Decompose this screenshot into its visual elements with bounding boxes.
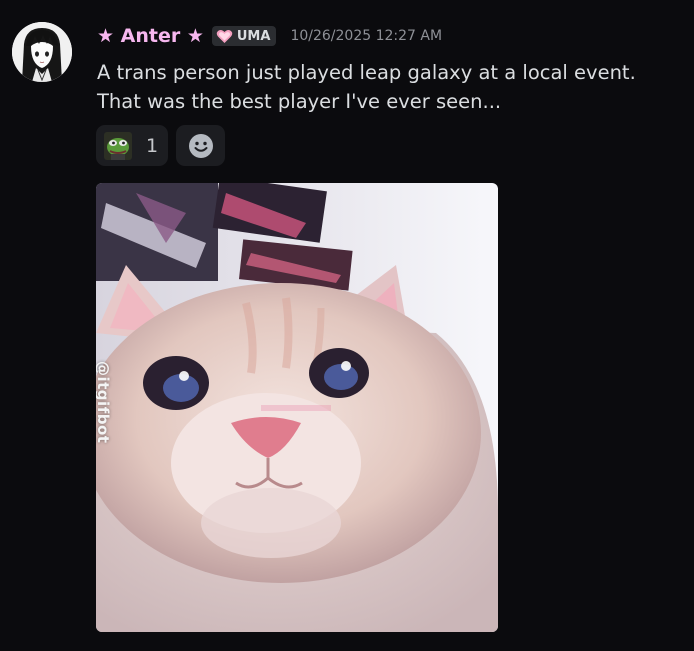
kitten-gif-image: [96, 183, 498, 632]
pink-heart-icon: [216, 29, 233, 44]
author-name[interactable]: ★ Anter ★: [97, 25, 204, 47]
message-header: ★ Anter ★ UMA 10/26/2025 12:27 AM: [97, 22, 442, 50]
anime-girl-avatar-icon: [12, 22, 72, 82]
message-line: A trans person just played leap galaxy a…: [97, 61, 636, 84]
server-tag[interactable]: UMA: [211, 26, 277, 46]
pepe-frog-emoji-icon: [104, 131, 132, 160]
message-content: A trans person just played leap galaxy a…: [97, 58, 687, 116]
reaction-count: 1: [146, 134, 159, 157]
server-tag-label: UMA: [236, 28, 271, 44]
message-timestamp[interactable]: 10/26/2025 12:27 AM: [290, 28, 442, 44]
add-reaction-button[interactable]: [176, 125, 226, 166]
author-avatar[interactable]: [12, 22, 72, 82]
message-line: That was the best player I've ever seen.…: [97, 90, 502, 113]
chat-message: ★ Anter ★ UMA 10/26/2025 12:27 AM A tran…: [0, 0, 694, 651]
smiley-face-icon: [188, 133, 213, 158]
gif-attachment[interactable]: @itgifbot: [96, 183, 498, 632]
reaction-bar: 1: [96, 125, 226, 166]
gif-watermark: @itgifbot: [96, 361, 112, 444]
reaction-pepe[interactable]: 1: [96, 125, 169, 166]
